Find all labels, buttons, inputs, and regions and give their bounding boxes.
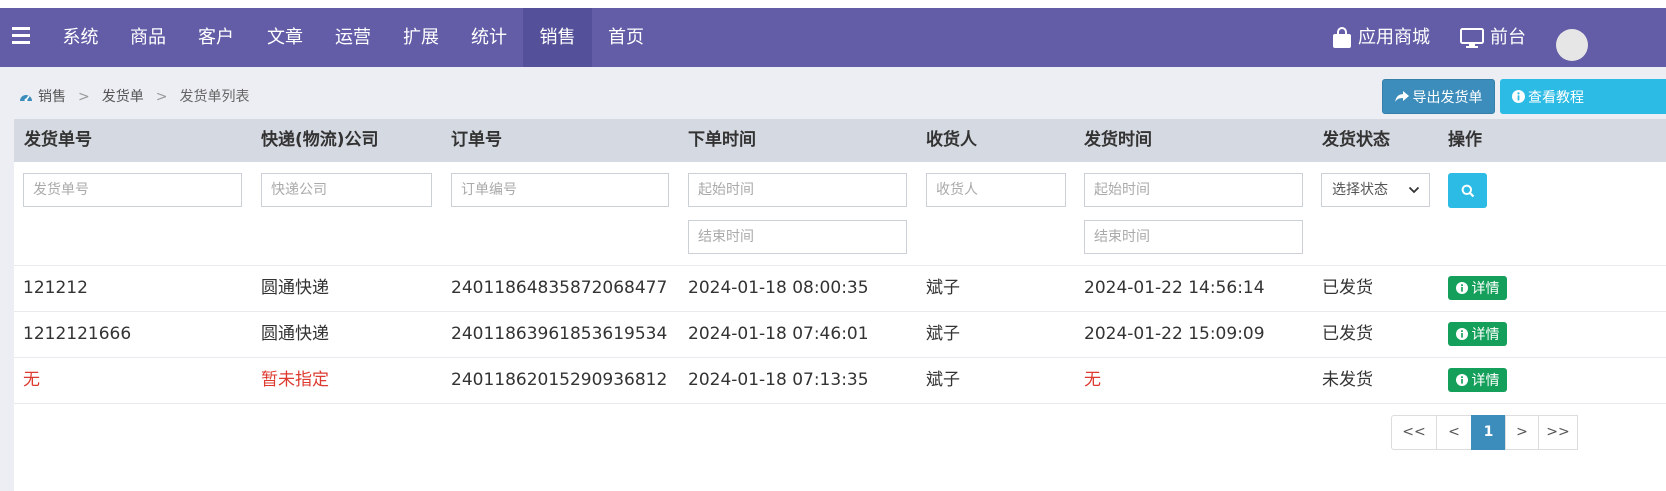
cell-order-no: 24011864835872068477 [451,278,668,298]
breadcrumb-current: 发货单列表 [179,89,250,105]
chevron-down-icon [1408,186,1420,194]
order-start-time-input[interactable] [688,173,907,207]
cell-order-time: 2024-01-18 07:46:01 [688,324,869,344]
detail-button[interactable]: 详情 [1448,322,1507,346]
cell-delivery-no: 无 [23,370,40,390]
table-header: 发货单号 快递(物流)公司 订单号 下单时间 收货人 发货时间 发货状态 操作 [14,119,1666,162]
view-tutorial-label: 查看教程 [1528,89,1584,106]
info-circle-icon [1455,282,1468,294]
breadcrumb-separator: > [155,89,168,105]
header-order-time: 下单时间 [688,130,756,150]
user-avatar[interactable] [1556,29,1588,61]
export-delivery-label: 导出发货单 [1412,89,1483,106]
cell-ship-time: 2024-01-22 15:09:09 [1084,324,1265,344]
cell-status: 未发货 [1322,370,1373,390]
cell-delivery-no: 121212 [23,278,88,298]
nav-item-sales[interactable]: 销售 [523,8,592,67]
breadcrumb-parent[interactable]: 发货单 [102,86,144,108]
header-ship-status: 发货状态 [1322,130,1390,150]
consignee-filter-input[interactable] [926,173,1066,207]
delivery-table-panel: 发货单号 快递(物流)公司 订单号 下单时间 收货人 发货时间 发货状态 操作 … [14,119,1666,491]
cell-order-time: 2024-01-18 07:13:35 [688,370,869,390]
detail-label: 详情 [1471,373,1500,389]
nav-item-home[interactable]: 首页 [597,8,655,67]
cell-order-no: 24011862015290936812 [451,370,668,390]
page-prev-button[interactable]: < [1436,415,1472,450]
breadcrumb-root[interactable]: 销售 [38,86,66,108]
view-tutorial-button[interactable]: 查看教程 [1500,79,1666,114]
info-circle-icon [1455,374,1468,386]
ship-end-time-input[interactable] [1084,220,1303,254]
row-divider [14,357,1666,358]
breadcrumb: 销售 > 发货单 > 发货单列表 [19,86,249,108]
info-circle-icon [1512,90,1525,103]
header-express-company: 快递(物流)公司 [261,130,379,150]
cell-delivery-no: 1212121666 [23,324,132,344]
nav-item-extension[interactable]: 扩展 [392,8,450,67]
pagination: << < 1 > >> [1391,415,1578,450]
nav-item-statistics[interactable]: 统计 [460,8,518,67]
nav-item-goods[interactable]: 商品 [119,8,177,67]
app-store-link[interactable]: 应用商城 [1332,8,1430,67]
row-divider [14,265,1666,266]
detail-label: 详情 [1471,281,1500,297]
row-divider [14,311,1666,312]
express-company-filter-input[interactable] [261,173,432,207]
monitor-icon [1460,27,1484,48]
detail-button[interactable]: 详情 [1448,368,1507,392]
nav-item-customer[interactable]: 客户 [187,8,245,67]
search-icon [1461,184,1474,197]
cell-order-no: 24011863961853619534 [451,324,668,344]
page-last-button[interactable]: >> [1538,415,1578,450]
cell-consignee: 斌子 [926,370,960,390]
page-next-button[interactable]: > [1505,415,1539,450]
share-arrow-icon [1394,90,1409,102]
app-store-label: 应用商城 [1358,27,1430,48]
breadcrumb-separator: > [78,89,90,105]
status-select[interactable]: 选择状态 [1321,173,1430,207]
search-button[interactable] [1448,173,1487,208]
header-order-no: 订单号 [451,130,502,150]
header-ship-time: 发货时间 [1084,130,1152,150]
top-navbar: 系统 商品 客户 文章 运营 扩展 统计 销售 首页 应用商城 前台 [0,8,1666,67]
row-divider [14,403,1666,404]
status-select-value: 选择状态 [1332,182,1388,198]
cell-consignee: 斌子 [926,324,960,344]
top-band [0,0,1666,8]
order-end-time-input[interactable] [688,220,907,254]
nav-item-operation[interactable]: 运营 [324,8,382,67]
frontend-link[interactable]: 前台 [1460,8,1526,67]
header-actions: 操作 [1448,130,1482,150]
detail-button[interactable]: 详情 [1448,276,1507,300]
order-no-filter-input[interactable] [451,173,669,207]
dashboard-icon [20,95,32,102]
nav-item-article[interactable]: 文章 [256,8,314,67]
cell-company: 圆通快递 [261,278,329,298]
delivery-no-filter-input[interactable] [23,173,242,207]
cell-company: 圆通快递 [261,324,329,344]
header-delivery-no: 发货单号 [24,130,92,150]
cell-status: 已发货 [1322,324,1373,344]
nav-item-system[interactable]: 系统 [50,8,111,67]
menu-toggle-icon[interactable] [12,27,30,47]
ship-start-time-input[interactable] [1084,173,1303,207]
page-number-button[interactable]: 1 [1471,415,1506,450]
header-consignee: 收货人 [926,130,977,150]
shopping-bag-icon [1333,26,1351,48]
cell-order-time: 2024-01-18 08:00:35 [688,278,869,298]
frontend-label: 前台 [1490,27,1526,48]
cell-consignee: 斌子 [926,278,960,298]
page-first-button[interactable]: << [1391,415,1437,450]
cell-status: 已发货 [1322,278,1373,298]
cell-company: 暂未指定 [261,370,329,390]
info-circle-icon [1455,328,1468,340]
cell-ship-time: 无 [1084,370,1101,390]
cell-ship-time: 2024-01-22 14:56:14 [1084,278,1265,298]
detail-label: 详情 [1471,327,1500,343]
export-delivery-button[interactable]: 导出发货单 [1382,79,1495,114]
